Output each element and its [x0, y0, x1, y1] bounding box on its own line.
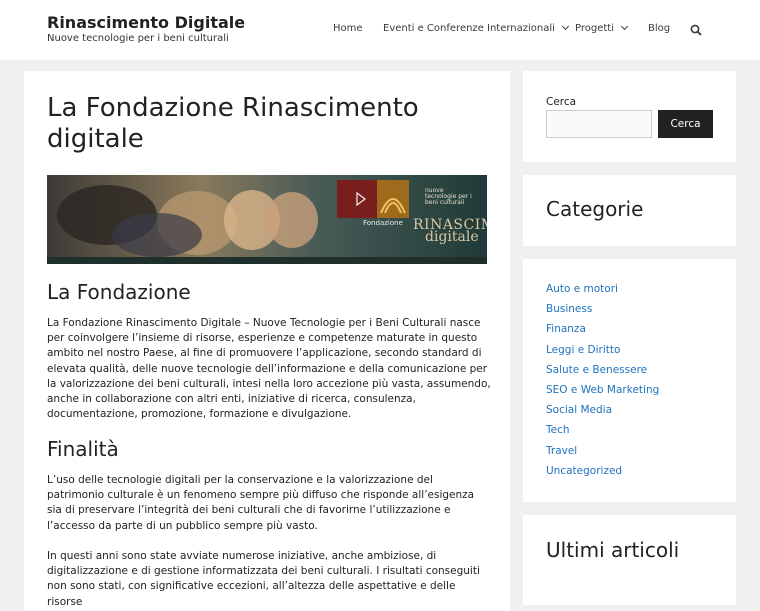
nav-home-label: Home: [333, 23, 363, 34]
categories-title: Categorie: [546, 197, 644, 221]
page-title: La Fondazione Rinascimento digitale: [47, 93, 419, 154]
site-title[interactable]: Rinascimento Digitale: [47, 13, 245, 32]
nav-eventi[interactable]: Eventi e Conferenze Internazionali: [383, 22, 569, 34]
category-link[interactable]: Salute e Benessere: [546, 363, 659, 383]
chevron-down-icon: [561, 22, 569, 31]
banner-brand-bottom: digitale: [425, 229, 479, 245]
category-link[interactable]: Business: [546, 302, 659, 322]
site-tagline: Nuove tecnologie per i beni culturali: [47, 33, 229, 44]
paragraph-finalita-1: L’uso delle tecnologie digitali per la c…: [47, 474, 475, 532]
banner-nuove-text: nuove tecnologie per i beni culturali: [425, 187, 472, 206]
category-list: Auto e motori Business Finanza Leggi e D…: [546, 282, 659, 484]
banner-fondazione-text: Fondazione: [363, 219, 403, 227]
paragraph-finalita-2: In questi anni sono state avviate numero…: [47, 550, 480, 608]
banner-image: nuove tecnologie per i beni culturali Fo…: [47, 175, 487, 264]
category-link[interactable]: Auto e motori: [546, 282, 659, 302]
section-heading-finalita: Finalità: [47, 437, 119, 461]
category-link[interactable]: Travel: [546, 444, 659, 464]
nav-progetti[interactable]: Progetti: [575, 22, 629, 34]
banner-strip: [47, 257, 487, 264]
search-label: Cerca: [546, 96, 577, 108]
search-icon[interactable]: [690, 24, 702, 36]
section-heading-fondazione: La Fondazione: [47, 280, 191, 304]
category-link[interactable]: Tech: [546, 423, 659, 443]
nav-progetti-label: Progetti: [575, 23, 614, 34]
nav-eventi-label: Eventi e Conferenze Internazionali: [383, 23, 555, 34]
chevron-down-icon: [620, 22, 629, 31]
category-link[interactable]: Uncategorized: [546, 464, 659, 484]
category-link[interactable]: SEO e Web Marketing: [546, 383, 659, 403]
category-link[interactable]: Social Media: [546, 403, 659, 423]
nav-blog[interactable]: Blog: [648, 23, 670, 34]
paragraph-fondazione: La Fondazione Rinascimento Digitale – Nu…: [47, 317, 491, 421]
recent-posts-title: Ultimi articoli: [546, 538, 680, 562]
nav-home[interactable]: Home: [333, 23, 363, 34]
nav-blog-label: Blog: [648, 23, 671, 34]
category-link[interactable]: Leggi e Diritto: [546, 343, 659, 363]
search-button[interactable]: Cerca: [658, 110, 713, 138]
search-input[interactable]: [546, 110, 652, 138]
category-link[interactable]: Finanza: [546, 322, 659, 342]
